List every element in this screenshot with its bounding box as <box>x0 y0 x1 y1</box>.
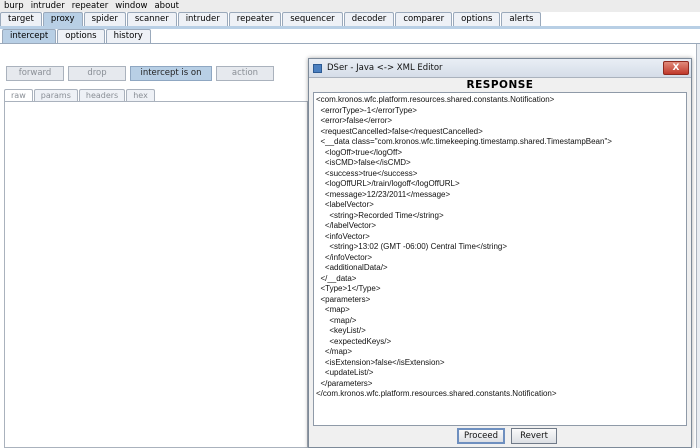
revert-button[interactable]: Revert <box>511 428 557 444</box>
xml-line: <isCMD>false</isCMD> <box>316 158 411 167</box>
tab-params[interactable]: params <box>33 89 78 101</box>
xml-line: <__data class="com.kronos.wfc.timekeepin… <box>316 137 612 146</box>
xml-line: <additionalData/> <box>316 263 388 272</box>
xml-line: <infoVector> <box>316 231 370 241</box>
close-icon[interactable]: X <box>663 61 689 75</box>
menu-repeater[interactable]: repeater <box>68 0 111 12</box>
xml-line: <error>false</error> <box>316 116 393 125</box>
xml-line: </map> <box>316 347 353 356</box>
xml-line: <requestCancelled>false</requestCancelle… <box>316 126 483 136</box>
tab-scanner[interactable]: scanner <box>126 12 177 26</box>
xml-line: <errorType>-1</errorType> <box>316 105 417 115</box>
tab-proxy-options[interactable]: options <box>57 29 105 43</box>
forward-button[interactable]: forward <box>6 66 64 81</box>
xml-line: </labelVector> <box>316 221 377 230</box>
tab-comparer[interactable]: comparer <box>395 12 453 26</box>
xml-line: <message>12/23/2011</message> <box>316 189 451 199</box>
tab-intruder[interactable]: intruder <box>177 12 228 26</box>
tab-options[interactable]: options <box>453 12 501 26</box>
tab-sequencer[interactable]: sequencer <box>282 12 343 26</box>
tab-decoder[interactable]: decoder <box>343 12 395 26</box>
side-panel-edge <box>696 44 700 448</box>
xml-line: </infoVector> <box>316 252 373 262</box>
xml-line: </com.kronos.wfc.platform.resources.shar… <box>316 389 557 398</box>
java-app-icon <box>313 64 322 73</box>
action-button[interactable]: action <box>216 66 274 81</box>
menu-burp[interactable]: burp <box>0 0 27 12</box>
tab-headers[interactable]: headers <box>78 89 126 101</box>
menu-bar: burp intruder repeater window about <box>0 0 700 12</box>
menu-about[interactable]: about <box>150 0 182 12</box>
tab-raw[interactable]: raw <box>4 89 33 101</box>
proxy-tabs: intercept options history <box>2 29 152 43</box>
tab-spider[interactable]: spider <box>83 12 126 26</box>
tab-history[interactable]: history <box>105 29 151 43</box>
xml-line: </parameters> <box>316 378 373 388</box>
message-editor[interactable] <box>4 101 308 448</box>
xml-line: <string>Recorded Time</string> <box>316 210 444 220</box>
xml-line: <keyList/> <box>316 326 366 335</box>
tab-target[interactable]: target <box>0 12 42 26</box>
tab-hex[interactable]: hex <box>126 89 155 101</box>
dialog-titlebar[interactable]: DSer - Java <-> XML Editor X <box>309 59 691 78</box>
xml-line: <updateList/> <box>316 368 374 377</box>
dialog-title: DSer - Java <-> XML Editor <box>327 63 443 73</box>
tab-alerts[interactable]: alerts <box>501 12 542 26</box>
drop-button[interactable]: drop <box>68 66 126 81</box>
tab-repeater[interactable]: repeater <box>228 12 282 26</box>
xml-line: <map> <box>316 305 350 314</box>
xml-line: <logOffURL>/train/logoff</logOffURL> <box>316 179 460 188</box>
tab-intercept[interactable]: intercept <box>2 29 57 43</box>
message-view-tabs: raw params headers hex <box>4 89 156 101</box>
menu-intruder[interactable]: intruder <box>27 0 68 12</box>
menu-window[interactable]: window <box>111 0 150 12</box>
xml-line: <isExtension>false</isExtension> <box>316 357 445 367</box>
xml-line: </__data> <box>316 273 357 283</box>
xml-line: <success>true</success> <box>316 168 418 178</box>
intercept-toggle-button[interactable]: intercept is on <box>130 66 212 81</box>
xml-editor-textarea[interactable]: <com.kronos.wfc.platform.resources.share… <box>313 92 687 426</box>
xml-line: <logOff>true</logOff> <box>316 147 402 157</box>
proxy-tabs-divider <box>0 43 700 44</box>
xml-line: <map/> <box>316 315 357 325</box>
response-header: RESPONSE <box>466 79 534 91</box>
xml-line: <string>13:02 (GMT -06:00) Central Time<… <box>316 242 508 251</box>
xml-line: <labelVector> <box>316 200 374 209</box>
xml-line: <parameters> <box>316 294 371 304</box>
xml-line: <com.kronos.wfc.platform.resources.share… <box>316 95 555 104</box>
xml-line: <Type>1</Type> <box>316 284 381 293</box>
proceed-button[interactable]: Proceed <box>457 428 505 444</box>
main-tabs: target proxy spider scanner intruder rep… <box>0 12 542 26</box>
dser-xml-editor-dialog: DSer - Java <-> XML Editor X RESPONSE <c… <box>308 58 692 448</box>
xml-line: <expectedKeys/> <box>316 336 392 346</box>
tab-proxy[interactable]: proxy <box>42 12 83 26</box>
